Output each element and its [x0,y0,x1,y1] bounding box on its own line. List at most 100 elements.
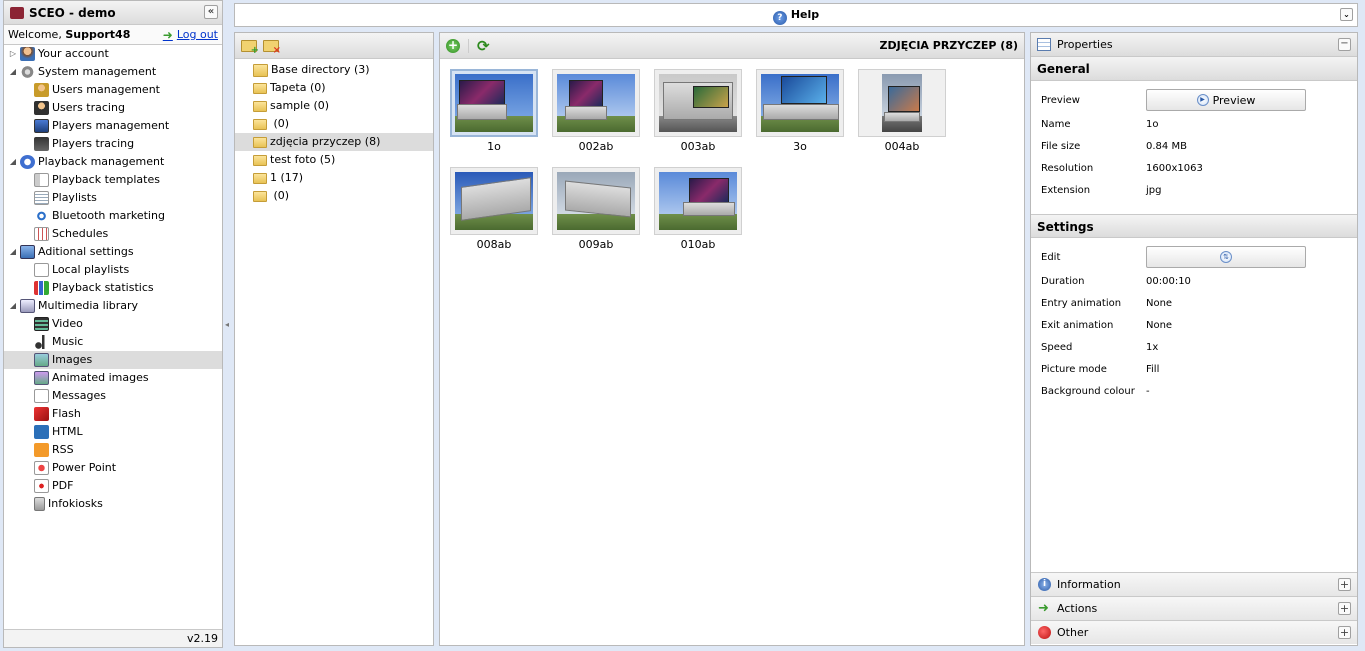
directory-item[interactable]: Tapeta (0) [235,79,433,97]
nav-item-users-tracing[interactable]: Users tracing [4,99,222,117]
nav-item-playback-management[interactable]: ◢ Playback management [4,153,222,171]
thumbnail-image [659,74,737,132]
nav-item-schedules[interactable]: Schedules [4,225,222,243]
other-icon [1038,626,1051,639]
folder-icon [253,118,267,130]
thumbnail[interactable]: 004ab [858,69,946,153]
nav-item-animated-images[interactable]: Animated images [4,369,222,387]
nav-item-system-management[interactable]: ◢ System management [4,63,222,81]
panel-splitter-handle[interactable]: ◂ [225,320,229,330]
thumbnail[interactable]: 008ab [450,167,538,251]
toolbar-separator [468,38,469,53]
nav-item-playlists[interactable]: Playlists [4,189,222,207]
property-value: None [1146,319,1173,331]
nav-item-power-point[interactable]: Power Point [4,459,222,477]
nav-item-aditional-settings[interactable]: ◢ Aditional settings [4,243,222,261]
message-icon [34,389,49,403]
thumbnail[interactable]: 009ab [552,167,640,251]
account-icon [20,47,35,61]
nav-item-images[interactable]: Images [4,351,222,369]
property-key: Duration [1041,275,1085,287]
folder-icon [253,100,267,112]
refresh-icon[interactable]: ⟳ [477,38,493,53]
thumbnail[interactable]: 003ab [654,69,742,153]
property-key: Exit animation [1041,319,1114,331]
logout-link[interactable]: ➜ Log out [163,25,218,45]
nav-item-local-playlists[interactable]: Local playlists [4,261,222,279]
add-folder-icon[interactable] [241,39,259,56]
directory-label: (0) [270,117,290,130]
directory-item[interactable]: (0) [235,187,433,205]
directory-item[interactable]: test foto (5) [235,151,433,169]
expand-plus-icon[interactable]: + [1338,626,1351,639]
nav-item-players-management[interactable]: Players management [4,117,222,135]
nav-item-bluetooth-marketing[interactable]: Bluetooth marketing [4,207,222,225]
collapse-arrow-icon[interactable]: ◢ [8,243,18,261]
expand-plus-icon[interactable]: + [1338,602,1351,615]
music-note-icon [34,335,49,349]
nav-item-pdf[interactable]: PDF [4,477,222,495]
property-value: None [1146,297,1173,309]
thumbnail-frame [552,167,640,235]
library-icon [20,299,35,313]
nav-item-messages[interactable]: Messages [4,387,222,405]
nav-item-flash[interactable]: Flash [4,405,222,423]
property-key: Picture mode [1041,363,1107,375]
thumbnail[interactable]: 010ab [654,167,742,251]
add-icon[interactable]: + [446,38,460,53]
accordion-other[interactable]: Other + [1031,620,1357,644]
accordion-information[interactable]: i Information + [1031,572,1357,596]
nav-item-infokiosks[interactable]: Infokiosks [4,495,222,513]
nav-item-music[interactable]: Music [4,333,222,351]
nav-item-playback-statistics[interactable]: Playback statistics [4,279,222,297]
minimize-button[interactable]: − [1338,38,1351,51]
directory-item[interactable]: Base directory (3) [235,61,433,79]
nav-label: Playback management [38,155,165,168]
users-icon [34,83,49,97]
directory-item[interactable]: (0) [235,115,433,133]
thumbnail-image [455,74,533,132]
properties-table-icon [1037,38,1051,51]
nav-label: PDF [52,479,74,492]
collapse-arrow-icon[interactable]: ◢ [8,153,18,171]
nav-item-video[interactable]: Video [4,315,222,333]
delete-folder-icon[interactable] [263,39,281,56]
accordion-actions[interactable]: ➜ Actions + [1031,596,1357,620]
expand-plus-icon[interactable]: + [1338,578,1351,591]
directory-item[interactable]: sample (0) [235,97,433,115]
nav-item-html[interactable]: HTML [4,423,222,441]
thumbnail-frame [858,69,946,137]
help-expand-button[interactable]: ⌄ [1340,8,1353,21]
directory-item[interactable]: 1 (17) [235,169,433,187]
nav-item-players-tracing[interactable]: Players tracing [4,135,222,153]
nav-item-users-management[interactable]: Users management [4,81,222,99]
thumbnail-frame [654,69,742,137]
preview-button[interactable]: ▶ Preview [1146,89,1306,111]
nav-item-playback-templates[interactable]: Playback templates [4,171,222,189]
thumbnail[interactable]: 3o [756,69,844,153]
nav-item-your-account[interactable]: ▷ Your account [4,45,222,63]
collapse-arrow-icon[interactable]: ◢ [8,297,18,315]
images-toolbar: + ⟳ ZDJĘCIA PRZYCZEP (8) [440,33,1024,59]
property-row-picture-mode: Picture mode Fill [1031,358,1357,380]
bar-chart-icon [34,281,49,295]
folder-icon [253,63,268,77]
property-key: Preview [1041,94,1080,106]
directory-panel: Base directory (3) Tapeta (0) sample (0)… [234,32,434,646]
play-icon: ▶ [1196,94,1209,106]
property-value: 00:00:10 [1146,275,1191,287]
thumbnail[interactable]: 002ab [552,69,640,153]
thumbnail-frame [654,167,742,235]
collapse-arrow-icon[interactable]: ◢ [8,63,18,81]
nav-item-multimedia-library[interactable]: ◢ Multimedia library [4,297,222,315]
thumbnail-selected[interactable]: 1o [450,69,538,153]
directory-item-selected[interactable]: zdjęcia przyczep (8) [235,133,433,151]
collapse-panel-button[interactable]: « [204,5,218,19]
accordion-label: Information [1057,578,1121,591]
property-row-entry-animation: Entry animation None [1031,292,1357,314]
help-bar[interactable]: ? Help ⌄ [234,3,1358,27]
edit-settings-button[interactable]: ⇅ [1146,246,1306,268]
expand-arrow-icon[interactable]: ▷ [8,45,18,63]
nav-item-rss[interactable]: RSS [4,441,222,459]
nav-label: RSS [52,443,74,456]
